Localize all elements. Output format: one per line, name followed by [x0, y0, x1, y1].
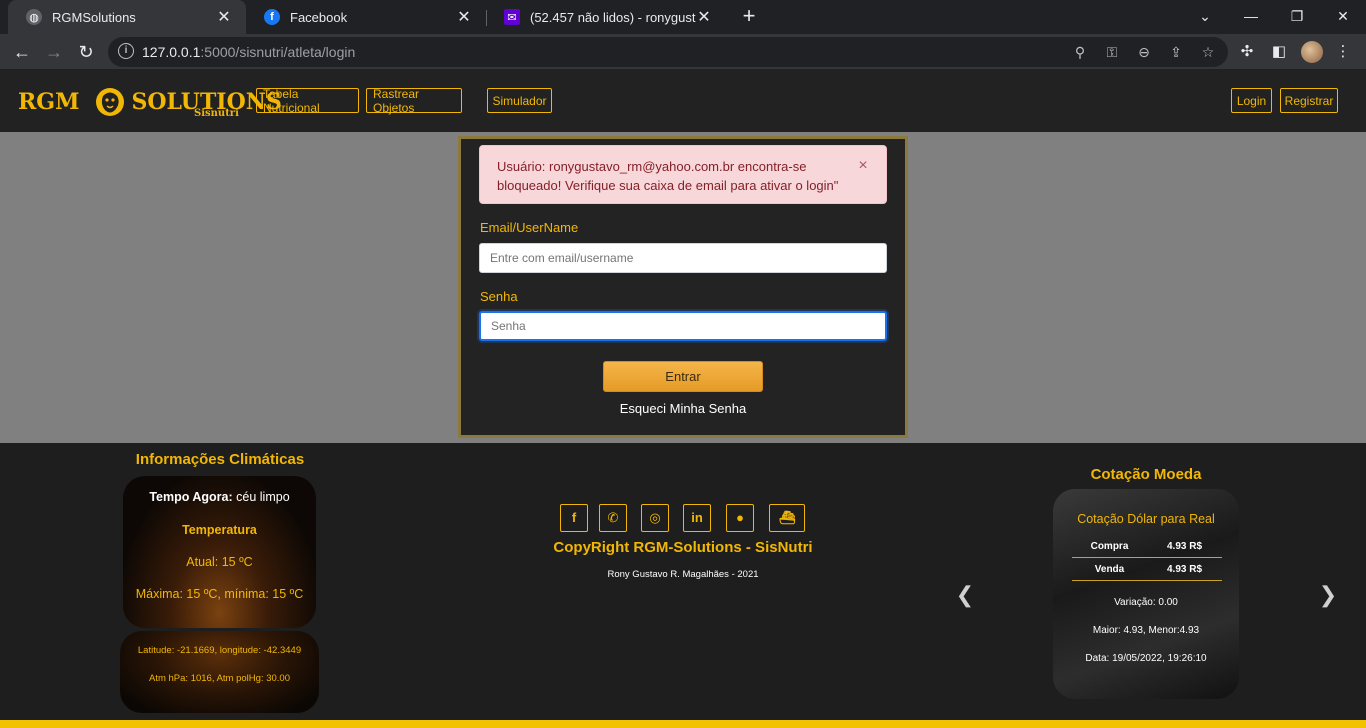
whatsapp-icon[interactable]: ✆ — [599, 504, 627, 532]
close-tab-icon[interactable]: ✕ — [216, 7, 232, 27]
senha-label: Senha — [480, 289, 518, 304]
compra-label: Compra — [1090, 540, 1129, 552]
tab-title: (52.457 não lidos) - ronygustavo_ — [530, 9, 696, 25]
table-row: Venda 4.93 R$ — [1072, 558, 1222, 581]
footer-accent-bar — [0, 720, 1366, 728]
tempo-agora-line: Tempo Agora: céu limpo — [123, 490, 316, 504]
venda-label: Venda — [1094, 563, 1125, 575]
nav-simulador[interactable]: Simulador — [487, 88, 552, 113]
nav-rastrear-objetos[interactable]: Rastrear Objetos — [366, 87, 462, 115]
tempo-agora-value: céu limpo — [236, 490, 290, 504]
alert-close-icon[interactable]: × — [855, 157, 871, 175]
side-panel-icon[interactable]: ◧ — [1269, 42, 1289, 62]
globe-icon: ◍ — [26, 9, 42, 25]
github-icon[interactable]: ● — [726, 504, 754, 532]
atm-pressure: Atm hPa: 1016, Atm polHg: 30.00 — [148, 673, 290, 684]
url-text[interactable]: 127.0.0.1:5000/sisnutri/atleta/login — [142, 44, 355, 60]
profile-avatar[interactable] — [1301, 41, 1323, 63]
minimize-button[interactable]: — — [1228, 0, 1274, 34]
alert-blocked-user: Usuário: ronygustavo_rm@yahoo.com.br enc… — [479, 145, 887, 204]
new-tab-button[interactable]: + — [738, 4, 760, 30]
variacao-text: Variação: 0.00 — [1114, 597, 1178, 608]
lion-icon — [96, 88, 125, 116]
logo-subtext: Sisnutri — [194, 108, 239, 119]
linkedin-icon[interactable]: in — [683, 504, 711, 532]
brand-logo[interactable]: RGM SOLUTIONS Sisnutri — [18, 84, 282, 120]
nav-login[interactable]: Login — [1231, 88, 1272, 113]
key-icon[interactable]: ⚿ — [1102, 42, 1122, 62]
bookmark-star-icon[interactable]: ☆ — [1198, 42, 1218, 62]
browser-tab-facebook[interactable]: f Facebook ✕ — [246, 0, 486, 34]
clima-card: Tempo Agora: céu limpo Temperatura Atual… — [123, 476, 316, 628]
lat-lon: Latitude: -21.1669, longitude: -42.3449 — [137, 645, 302, 656]
table-row: Compra 4.93 R$ — [1072, 535, 1222, 558]
browser-tab-rgmsolutions[interactable]: ◍ RGMSolutions ✕ — [8, 0, 246, 34]
facebook-icon[interactable]: f — [560, 504, 588, 532]
close-window-button[interactable]: ✕ — [1320, 0, 1366, 34]
facebook-icon: f — [264, 9, 280, 25]
zoom-out-icon[interactable]: ⊖ — [1134, 42, 1154, 62]
temperatura-atual: Atual: 15 ºC — [186, 555, 253, 569]
docker-icon[interactable]: ⛴ — [769, 504, 805, 532]
logo-text-left: RGM — [18, 89, 80, 115]
tab-search-icon[interactable]: ⌄ — [1182, 0, 1228, 34]
author-text: Rony Gustavo R. Magalhães - 2021 — [607, 569, 759, 580]
tab-title: Facebook — [290, 9, 348, 25]
close-tab-icon[interactable]: ✕ — [696, 7, 712, 27]
tab-title: RGMSolutions — [52, 9, 136, 25]
email-label: Email/UserName — [480, 220, 579, 235]
carousel-next-icon[interactable]: ❯ — [1318, 582, 1338, 608]
tempo-agora-label: Tempo Agora: — [149, 490, 233, 504]
close-tab-icon[interactable]: ✕ — [456, 7, 472, 27]
password-field[interactable] — [479, 311, 887, 341]
browser-tab-yahoo-mail[interactable]: ✉ (52.457 não lidos) - ronygustavo_ ✕ — [486, 0, 726, 34]
forgot-password-link[interactable]: Esqueci Minha Senha — [600, 401, 766, 416]
address-bar[interactable]: i 127.0.0.1:5000/sisnutri/atleta/login ⚲… — [108, 37, 1228, 67]
instagram-icon[interactable]: ◎ — [641, 504, 669, 532]
cotacao-date: Data: 19/05/2022, 19:26:10 — [1085, 653, 1207, 664]
nav-registrar[interactable]: Registrar — [1280, 88, 1338, 113]
email-field[interactable] — [479, 243, 887, 273]
nav-tabela-nutricional[interactable]: Tabela Nutricional — [256, 87, 359, 115]
share-icon[interactable]: ⇪ — [1166, 42, 1186, 62]
venda-value: 4.93 R$ — [1166, 563, 1203, 575]
back-arrow-icon[interactable]: ← — [9, 39, 35, 65]
copyright-text: CopyRight RGM-Solutions - SisNutri — [553, 539, 813, 556]
browser-toolbar: ← → ↻ i 127.0.0.1:5000/sisnutri/atleta/l… — [0, 34, 1366, 70]
temperatura-max-min: Máxima: 15 ºC, mínima: 15 ºC — [135, 587, 304, 601]
entrar-button[interactable]: Entrar — [603, 361, 763, 392]
moeda-title: Cotação Moeda — [1090, 466, 1202, 483]
forward-arrow-icon[interactable]: → — [41, 39, 67, 65]
location-pin-icon[interactable]: ⚲ — [1070, 42, 1090, 62]
restore-button[interactable]: ❐ — [1274, 0, 1320, 34]
cotacao-table: Compra 4.93 R$ Venda 4.93 R$ — [1072, 535, 1222, 581]
temperatura-heading: Temperatura — [182, 523, 257, 537]
reload-icon[interactable]: ↻ — [73, 39, 99, 65]
site-navbar: RGM SOLUTIONS Sisnutri — [0, 70, 1366, 132]
maior-menor-text: Maior: 4.93, Menor:4.93 — [1092, 625, 1200, 636]
extensions-puzzle-icon[interactable]: ✣ — [1237, 42, 1257, 62]
clima-location-card: Latitude: -21.1669, longitude: -42.3449 … — [120, 631, 319, 713]
more-menu-icon[interactable]: ⋮ — [1333, 42, 1353, 62]
clima-title: Informações Climáticas — [135, 451, 305, 468]
mail-icon: ✉ — [504, 9, 520, 25]
site-info-icon[interactable]: i — [118, 43, 134, 59]
browser-tabstrip: ◍ RGMSolutions ✕ f Facebook ✕ ✉ (52.457 … — [0, 0, 1366, 34]
moeda-subtitle: Cotação Dólar para Real — [1077, 512, 1215, 526]
compra-value: 4.93 R$ — [1166, 540, 1203, 552]
carousel-prev-icon[interactable]: ❮ — [955, 582, 975, 608]
